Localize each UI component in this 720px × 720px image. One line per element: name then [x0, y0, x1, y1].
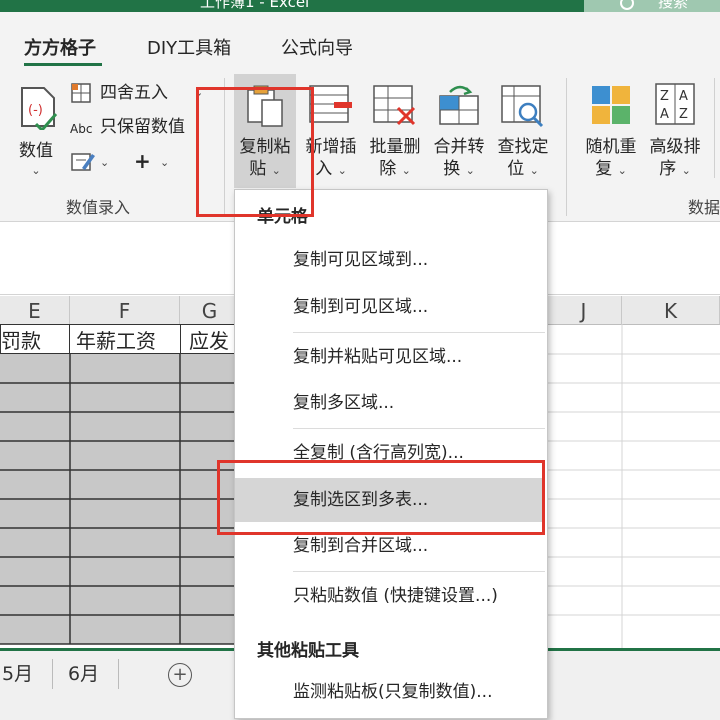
- random-repeat-button[interactable]: 随机重 复 ⌄: [580, 74, 642, 188]
- divider: [118, 659, 119, 689]
- find-locate-button[interactable]: 查找定 位 ⌄: [492, 74, 554, 188]
- small-tools-row: ⌄ + ⌄: [70, 150, 180, 176]
- value-button[interactable]: (-) 数值 ⌄: [8, 78, 64, 178]
- batch-delete-icon: [373, 85, 416, 126]
- cell-header-fine[interactable]: 罚款: [0, 324, 70, 354]
- search-placeholder: 搜索: [658, 0, 689, 11]
- merge-label: 合并转: [433, 137, 485, 157]
- chevron-down-icon: ⌄: [465, 164, 475, 177]
- svg-text:Z: Z: [679, 107, 688, 122]
- empty-cells[interactable]: [546, 324, 720, 654]
- search-icon: [620, 0, 634, 10]
- svg-text:A: A: [660, 107, 669, 122]
- chevron-down-icon: ⌄: [401, 164, 411, 177]
- round-icon: [71, 83, 91, 103]
- column-header-k[interactable]: K: [622, 296, 720, 324]
- chevron-down-icon: ⌄: [681, 164, 691, 177]
- menu-separator: [293, 428, 545, 429]
- merge-convert-button[interactable]: 合并转 换 ⌄: [428, 74, 490, 188]
- add-sheet-icon[interactable]: +: [168, 663, 192, 687]
- sort-label: 高级排: [649, 137, 701, 157]
- tab-diy-toolbox[interactable]: DIY工具箱: [147, 34, 231, 60]
- round-button[interactable]: 四舍五入 ⌄: [70, 80, 210, 106]
- menu-item-copy-paste-visible[interactable]: 复制并粘贴可见区域...: [235, 335, 545, 379]
- value-icon: (-): [21, 87, 58, 130]
- column-header-g[interactable]: G: [180, 296, 240, 324]
- svg-text:Z: Z: [660, 89, 669, 104]
- chevron-down-icon[interactable]: ⌄: [160, 152, 169, 174]
- divider: [714, 78, 715, 178]
- find-icon: [501, 85, 544, 128]
- column-header-f[interactable]: F: [70, 296, 180, 324]
- edit-icon[interactable]: [70, 150, 96, 174]
- menu-item-paste-values-only[interactable]: 只粘贴数值 (快捷键设置...): [235, 574, 545, 618]
- round-label: 四舍五入: [100, 83, 168, 103]
- menu-section-other: 其他粘贴工具: [257, 641, 359, 661]
- abc-icon: Abc: [70, 122, 93, 136]
- tab-formula-wizard[interactable]: 公式向导: [281, 34, 353, 60]
- gray-cell-block[interactable]: [0, 354, 240, 650]
- sheet-tab-june[interactable]: 6月: [68, 659, 99, 686]
- highlight-box-menu-item: [217, 460, 545, 535]
- random-label-2: 复: [595, 159, 613, 179]
- find-label-2: 位: [507, 159, 525, 179]
- menu-item-monitor-clipboard[interactable]: 监测粘贴板(只复制数值)...: [235, 670, 545, 714]
- svg-text:(-): (-): [28, 103, 43, 118]
- random-icon: [592, 86, 630, 124]
- keep-value-label: 只保留数值: [100, 117, 185, 137]
- random-label: 随机重: [585, 137, 637, 157]
- divider: [566, 78, 567, 216]
- title-bar: 工作簿1 - Excel 搜索: [0, 0, 720, 12]
- chevron-down-icon: ⌄: [31, 164, 41, 177]
- active-tab-underline: [24, 63, 102, 66]
- find-label: 查找定: [497, 137, 549, 157]
- window-title: 工作簿1 - Excel: [200, 0, 310, 11]
- column-header-e[interactable]: E: [0, 296, 70, 324]
- menu-item-copy-multi-area[interactable]: 复制多区域...: [235, 381, 545, 425]
- sheet-tab-may[interactable]: 5月: [2, 659, 33, 686]
- highlight-box-copy-paste: [196, 87, 314, 217]
- advanced-sort-button[interactable]: Z A A Z 高级排 序 ⌄: [644, 74, 706, 188]
- menu-item-copy-visible-to[interactable]: 复制可见区域到...: [235, 238, 545, 282]
- value-button-label: 数值: [19, 141, 53, 161]
- sort-icon: Z A A Z: [655, 83, 695, 125]
- chevron-down-icon: ⌄: [337, 164, 347, 177]
- insert-label-2: 入: [315, 159, 333, 179]
- ribbon-tabs: 方方格子 DIY工具箱 公式向导: [0, 12, 720, 70]
- group-label-data: 数据: [688, 198, 720, 217]
- chevron-down-icon: ⌄: [529, 164, 539, 177]
- search-box[interactable]: 搜索: [584, 0, 720, 12]
- cell-header-annual-salary[interactable]: 年薪工资: [69, 324, 181, 354]
- plus-icon[interactable]: +: [134, 150, 151, 172]
- menu-item-copy-to-visible[interactable]: 复制到可见区域...: [235, 285, 545, 329]
- menu-separator: [293, 332, 545, 333]
- group-label-value-entry: 数值录入: [66, 198, 131, 217]
- chevron-down-icon: ⌄: [617, 164, 627, 177]
- batch-delete-label-2: 除: [379, 159, 397, 179]
- divider: [52, 659, 53, 689]
- svg-text:A: A: [679, 89, 688, 104]
- menu-separator: [293, 571, 545, 572]
- sort-label-2: 序: [659, 159, 677, 179]
- chevron-down-icon[interactable]: ⌄: [100, 152, 109, 174]
- merge-label-2: 换: [443, 159, 461, 179]
- column-header-j[interactable]: J: [546, 296, 622, 324]
- copy-paste-menu: 单元格 复制可见区域到... 复制到可见区域... 复制并粘贴可见区域... 复…: [234, 189, 548, 719]
- merge-icon: [439, 85, 479, 125]
- batch-delete-button[interactable]: 批量删 除 ⌄: [364, 74, 426, 188]
- cell-header-payable[interactable]: 应发: [180, 324, 240, 354]
- tab-fangfanggezi[interactable]: 方方格子: [24, 34, 96, 60]
- batch-delete-label: 批量删: [369, 137, 421, 157]
- insert-icon: [309, 85, 352, 123]
